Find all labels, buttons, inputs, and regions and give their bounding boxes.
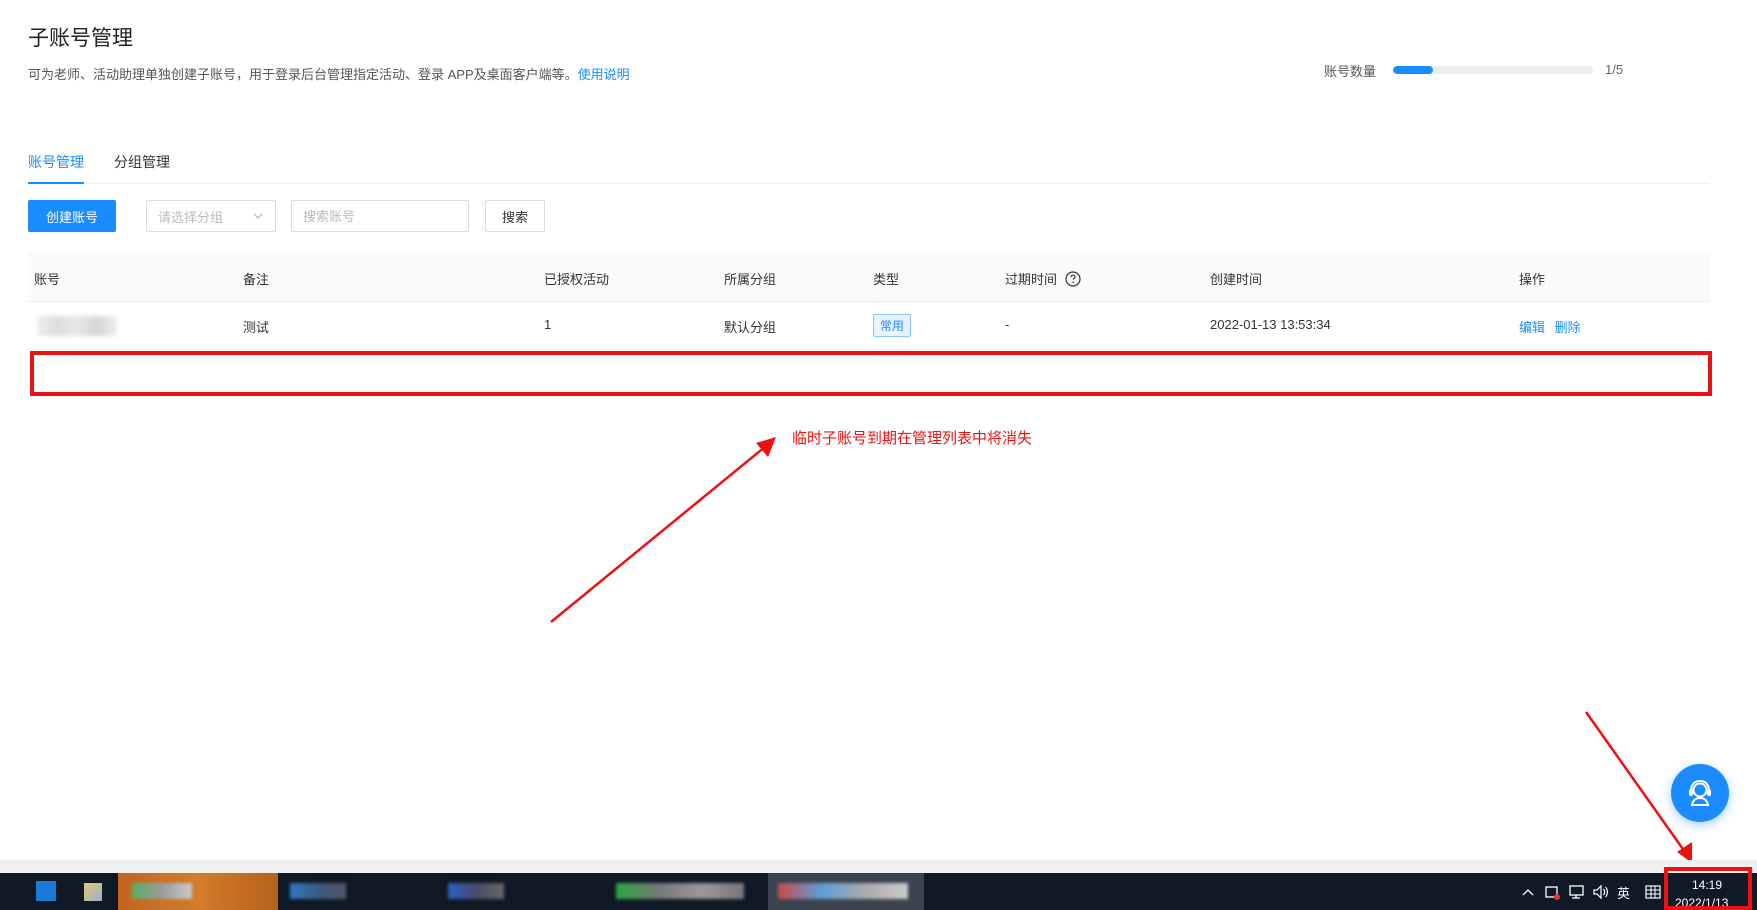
taskbar-app[interactable] [448, 873, 508, 910]
annotation-arrow [1584, 711, 1687, 853]
annotation-arrow [550, 445, 767, 623]
clock-highlight-box [1664, 867, 1752, 910]
windows-start-icon[interactable] [36, 881, 56, 901]
customer-service-button[interactable] [1671, 764, 1729, 822]
taskbar-app[interactable] [768, 873, 924, 910]
keyboard-icon[interactable] [1645, 884, 1661, 900]
taskbar-app[interactable] [76, 873, 104, 910]
tray-up-icon[interactable] [1522, 887, 1534, 897]
horizontal-scrollbar[interactable] [0, 860, 1757, 873]
ime-indicator[interactable]: 英 [1617, 883, 1630, 902]
taskbar-app[interactable] [290, 873, 350, 910]
page: 子账号管理 可为老师、活动助理单独创建子账号，用于登录后台管理指定活动、登录 A… [0, 0, 1757, 910]
volume-icon[interactable] [1592, 884, 1610, 900]
customer-service-icon [1689, 779, 1711, 806]
annotation-arrows [550, 437, 1692, 863]
taskbar-app[interactable] [608, 873, 748, 910]
taskbar-app-active[interactable] [118, 873, 278, 910]
arrow-head-icon [756, 437, 776, 457]
network-icon[interactable] [1568, 884, 1586, 900]
taskbar: 英 [0, 873, 1757, 910]
security-tray-icon[interactable] [1544, 884, 1560, 900]
